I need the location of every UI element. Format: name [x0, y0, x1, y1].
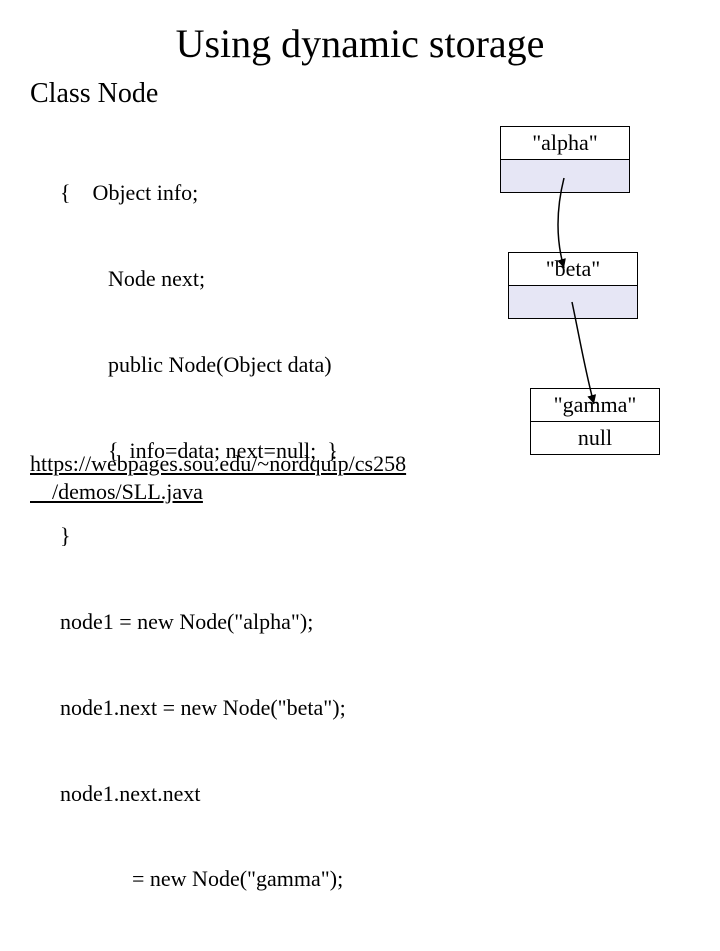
node-next-cell: null — [531, 422, 659, 454]
link-text-line1: https://webpages.sou.edu/~nordquip/cs258 — [30, 451, 406, 476]
node-alpha: "alpha" — [500, 126, 630, 193]
node-next-cell — [501, 160, 629, 192]
code-line: node1.next = new Node("beta"); — [60, 694, 480, 723]
node-info-cell: "gamma" — [531, 389, 659, 422]
node-next-cell — [509, 286, 637, 318]
node-info-cell: "alpha" — [501, 127, 629, 160]
code-line: = new Node("gamma"); — [60, 865, 480, 894]
code-line: node1 = new Node("alpha"); — [60, 608, 480, 637]
slide: Using dynamic storage Class Node { Objec… — [0, 0, 720, 540]
demo-link[interactable]: https://webpages.sou.edu/~nordquip/cs258… — [30, 450, 406, 505]
code-line: public Node(Object data) — [60, 351, 480, 380]
class-heading: Class Node — [30, 78, 158, 110]
slide-title: Using dynamic storage — [0, 20, 720, 67]
code-line: } — [60, 522, 480, 551]
code-line: { Object info; — [60, 179, 480, 208]
node-gamma: "gamma" null — [530, 388, 660, 455]
code-line: node1.next.next — [60, 780, 480, 809]
code-line: Node next; — [60, 265, 480, 294]
node-info-cell: "beta" — [509, 253, 637, 286]
node-beta: "beta" — [508, 252, 638, 319]
code-block: { Object info; Node next; public Node(Ob… — [60, 122, 480, 951]
link-text-line2: /demos/SLL.java — [52, 479, 203, 504]
